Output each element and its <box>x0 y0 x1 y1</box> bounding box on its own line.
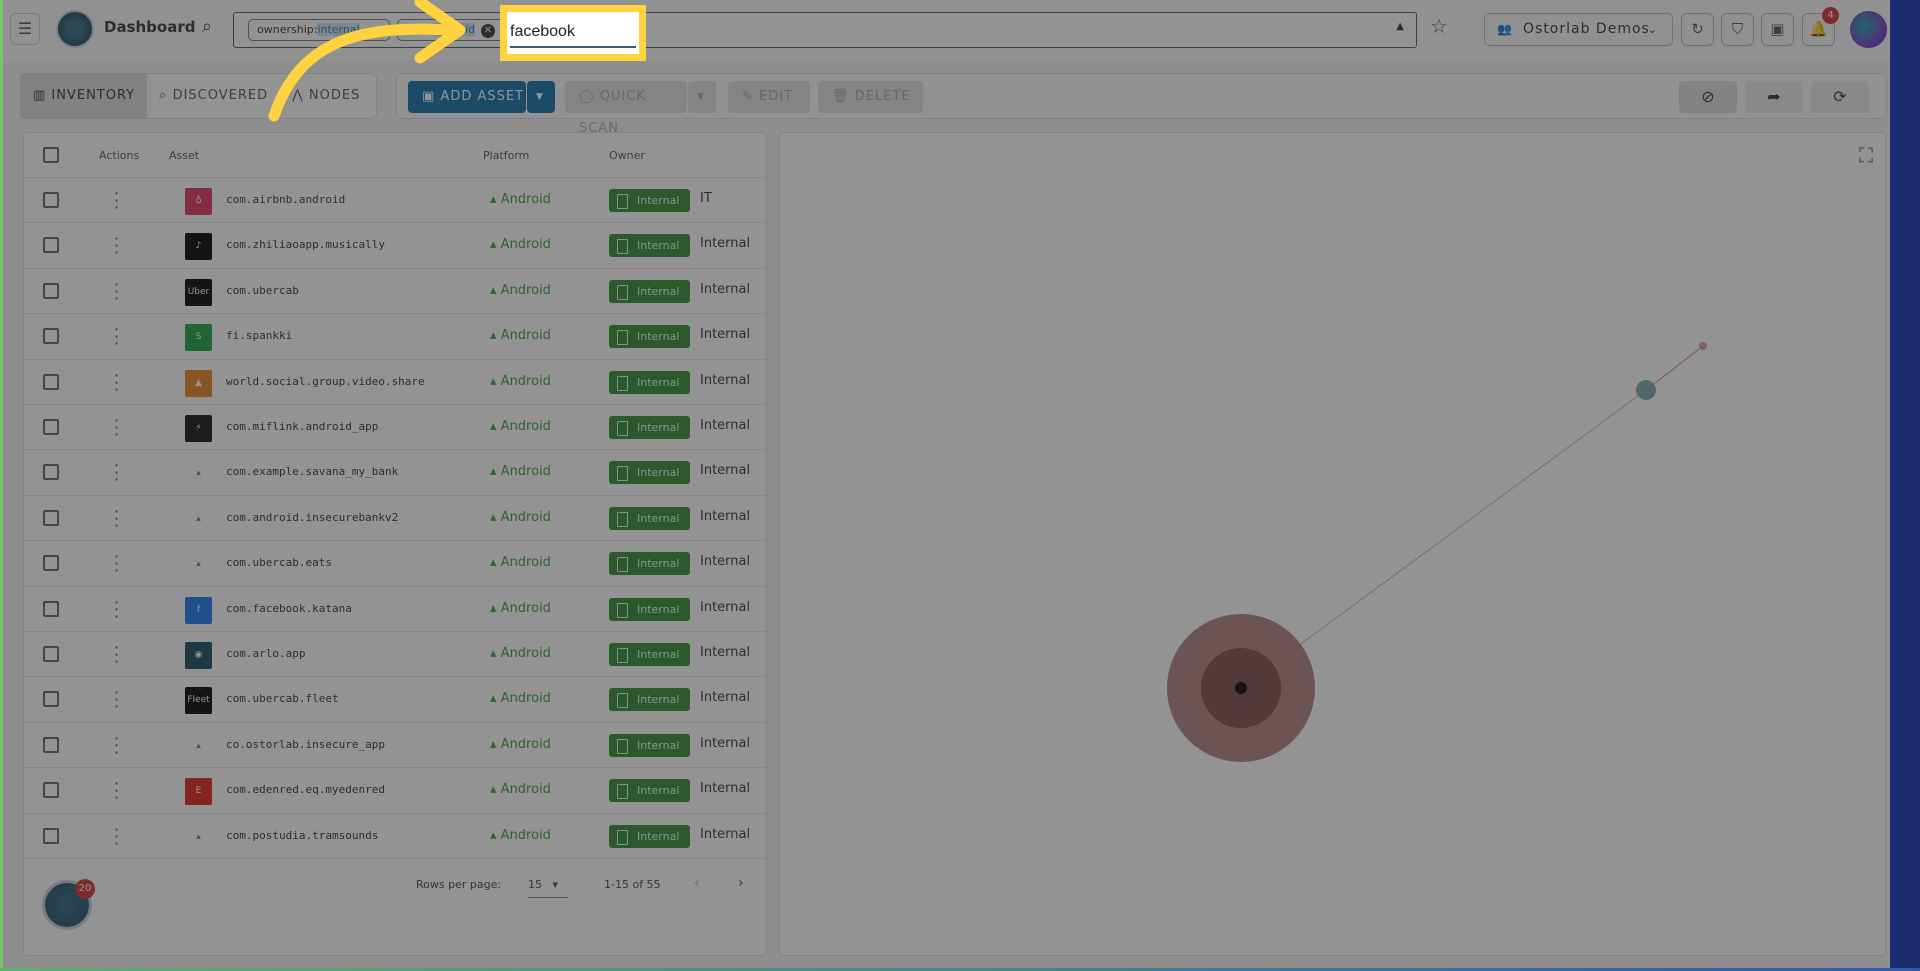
edge-decoration <box>0 0 3 971</box>
tour-overlay <box>0 0 1920 971</box>
edge-decoration <box>1890 0 1920 971</box>
tour-arrow-icon <box>268 0 466 122</box>
tour-highlight <box>500 5 646 61</box>
search-input[interactable] <box>510 18 636 48</box>
